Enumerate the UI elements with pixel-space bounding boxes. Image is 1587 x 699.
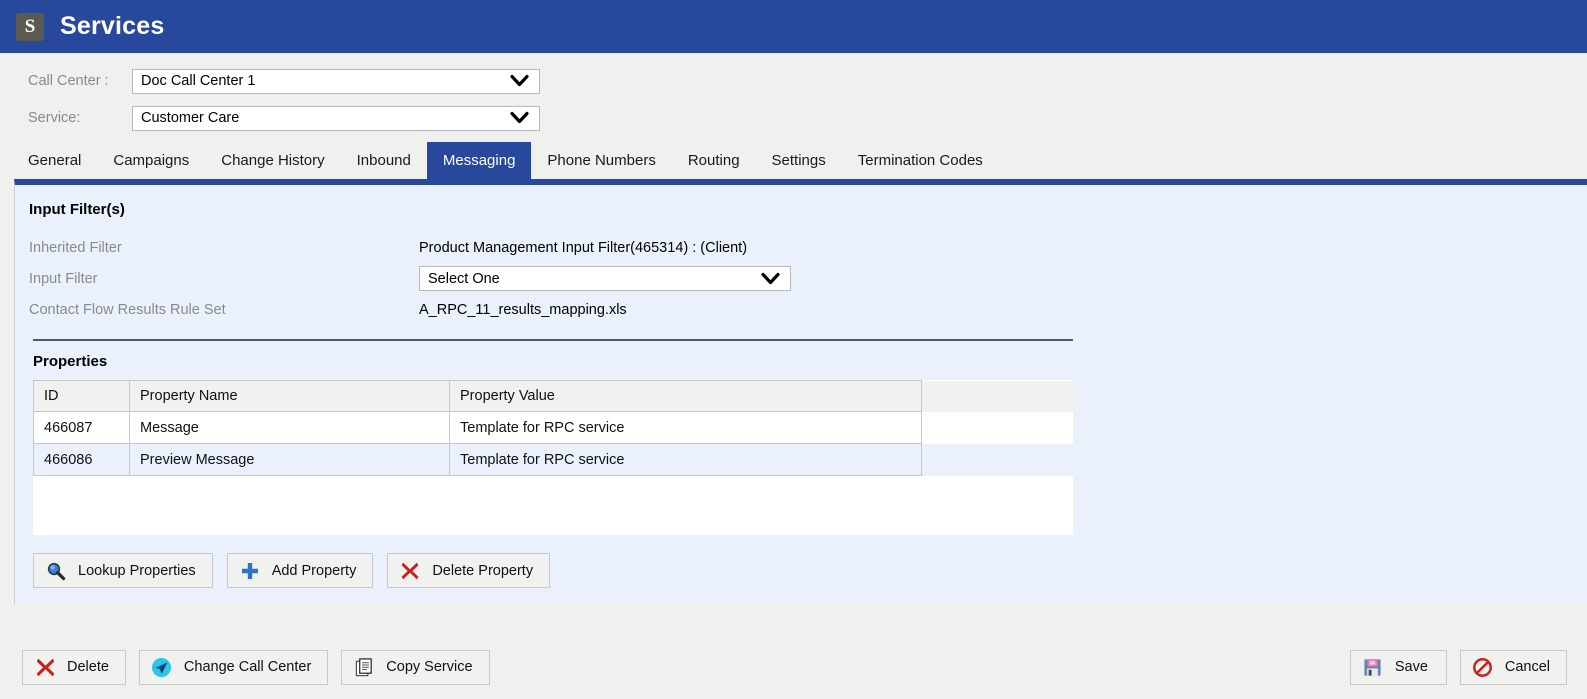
inherited-filter-label: Inherited Filter [29,239,122,256]
cell-id: 466086 [33,443,130,476]
lookup-properties-label: Lookup Properties [78,562,196,579]
document-copy-icon [353,656,375,678]
cell-id: 466087 [33,411,130,444]
delete-property-button[interactable]: Delete Property [387,553,551,588]
floppy-disk-icon [1362,656,1384,678]
no-entry-icon [1472,656,1494,678]
tab-settings[interactable]: Settings [756,142,842,179]
input-filter-select[interactable]: Select One [419,266,791,291]
page-title: Services [60,12,165,40]
change-call-center-label: Change Call Center [183,659,312,675]
chevron-down-icon [510,74,529,88]
table-row[interactable]: 466087 Message Template for RPC service [33,411,1073,444]
save-label: Save [1394,659,1428,675]
properties-heading: Properties [33,353,108,370]
tab-bar: General Campaigns Change History Inbound… [0,142,1587,179]
section-divider [33,339,1073,341]
add-property-label: Add Property [271,562,357,579]
cancel-button[interactable]: Cancel [1459,649,1567,685]
service-label: Service: [28,110,81,126]
column-header-filler [921,380,1073,412]
rule-set-label: Contact Flow Results Rule Set [29,301,226,318]
tab-messaging[interactable]: Messaging [426,142,532,179]
column-header-name[interactable]: Property Name [129,380,450,412]
tab-inbound[interactable]: Inbound [341,142,427,179]
call-center-row: Call Center : Doc Call Center 1 [0,67,1587,95]
cancel-label: Cancel [1504,659,1550,675]
input-filters-heading: Input Filter(s) [29,201,125,218]
copy-service-label: Copy Service [386,659,473,675]
inherited-filter-row: Inherited Filter Product Management Inpu… [29,232,1587,263]
input-filter-value: Select One [428,270,500,287]
rule-set-row: Contact Flow Results Rule Set A_RPC_11_r… [29,294,1587,325]
cell-value: Template for RPC service [449,411,922,444]
cell-filler [921,411,1073,444]
cell-name: Message [129,411,450,444]
rule-set-value: A_RPC_11_results_mapping.xls [419,301,627,318]
inherited-filter-value: Product Management Input Filter(465314) … [419,239,748,256]
properties-table: ID Property Name Property Value 466087 M… [33,380,1073,476]
cell-name: Preview Message [129,443,450,476]
tab-general[interactable]: General [12,142,97,179]
change-call-center-button[interactable]: Change Call Center [138,649,329,685]
input-filter-label: Input Filter [29,270,98,287]
copy-service-button[interactable]: Copy Service [341,649,490,685]
service-value: Customer Care [141,110,240,126]
selector-area: Call Center : Doc Call Center 1 Service:… [0,53,1587,132]
bottom-toolbar: Delete Change Call Center Copy Service S… [0,635,1587,699]
cell-filler [921,443,1073,476]
cell-value: Template for RPC service [449,443,922,476]
properties-table-container: ID Property Name Property Value 466087 M… [33,380,1073,535]
bottom-toolbar-right: Save Cancel [1349,649,1567,685]
services-app-icon: S [16,12,44,41]
plus-icon [239,560,261,582]
call-center-label: Call Center : [28,73,109,89]
chevron-down-icon [761,272,780,285]
input-filter-row: Input Filter Select One [29,263,1587,294]
column-header-value[interactable]: Property Value [449,380,922,412]
service-row: Service: Customer Care [0,104,1587,132]
service-select[interactable]: Customer Care [132,105,540,131]
column-header-id[interactable]: ID [33,380,130,412]
red-x-icon [399,560,421,582]
title-bar: S Services [0,0,1587,53]
tab-routing[interactable]: Routing [672,142,756,179]
call-center-select[interactable]: Doc Call Center 1 [132,68,540,94]
bottom-toolbar-left: Delete Change Call Center Copy Service [22,649,490,685]
tab-phone-numbers[interactable]: Phone Numbers [531,142,671,179]
magnifier-icon [45,560,67,582]
table-row[interactable]: 466086 Preview Message Template for RPC … [33,443,1073,476]
tab-campaigns[interactable]: Campaigns [97,142,205,179]
call-center-value: Doc Call Center 1 [141,73,256,89]
delete-button[interactable]: Delete [22,649,126,685]
table-header-row: ID Property Name Property Value [33,380,1073,412]
messaging-panel: Input Filter(s) Inherited Filter Product… [14,179,1587,604]
save-button[interactable]: Save [1349,649,1447,685]
lookup-properties-button[interactable]: Lookup Properties [33,553,213,588]
property-actions: Lookup Properties Add Property Delete Pr… [33,553,1587,588]
tab-change-history[interactable]: Change History [205,142,340,179]
paper-plane-icon [151,656,173,678]
chevron-down-icon [510,111,529,125]
delete-property-label: Delete Property [432,562,534,579]
add-property-button[interactable]: Add Property [226,553,374,588]
delete-label: Delete [67,659,109,675]
tab-termination-codes[interactable]: Termination Codes [842,142,999,179]
red-x-icon [34,656,56,678]
